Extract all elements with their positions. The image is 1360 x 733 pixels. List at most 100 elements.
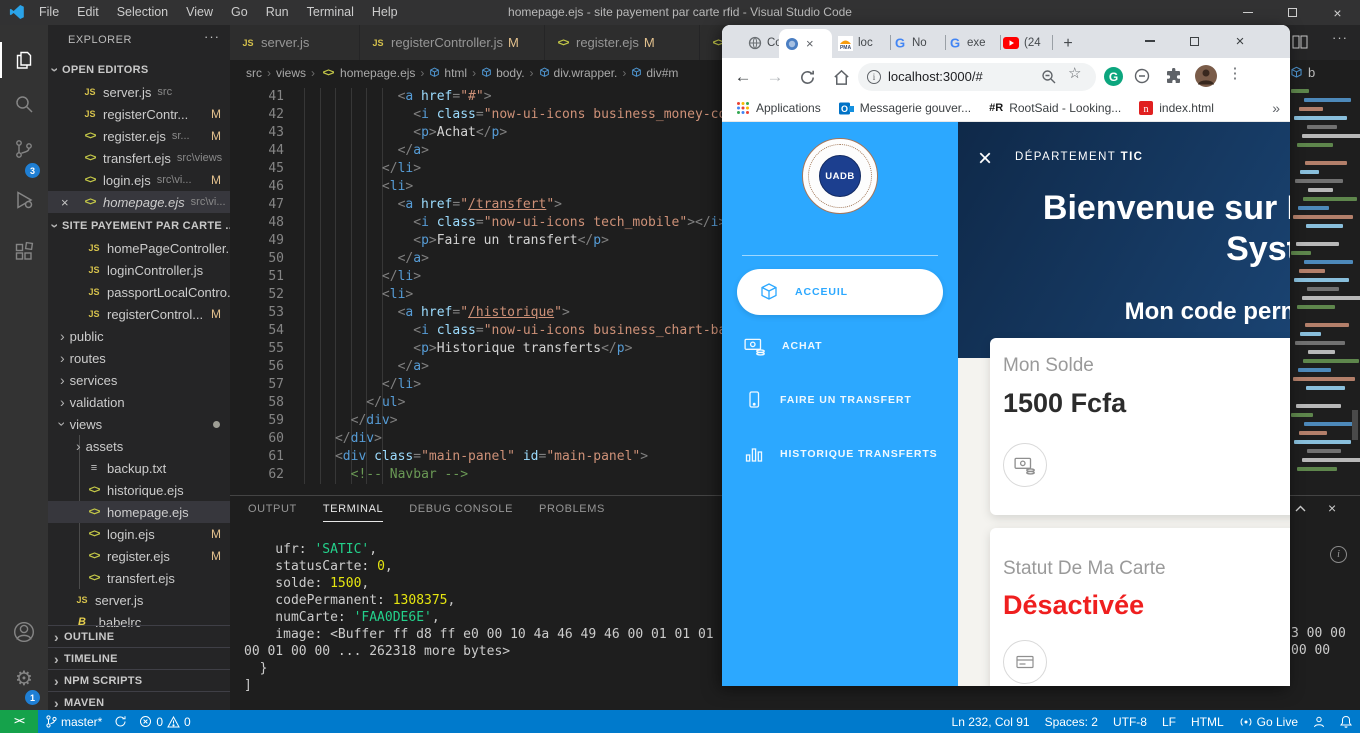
minimize-button[interactable]	[1225, 0, 1270, 25]
close-editor-icon[interactable]: ×	[61, 195, 69, 210]
site-info-icon[interactable]: i	[867, 70, 881, 84]
file-register-ejs[interactable]: <> register.ejs M	[48, 545, 230, 567]
sidebar-item-faire-un-transfert[interactable]: FAIRE UN TRANSFERT	[722, 378, 958, 422]
chrome-menu-icon[interactable]: ⋮	[1227, 64, 1243, 82]
url-text[interactable]: localhost:3000/#	[888, 63, 983, 91]
file-homepagecontroller[interactable]: JS homePageController...	[48, 237, 230, 259]
forward-button[interactable]: →	[762, 64, 788, 90]
open-editors-section[interactable]: › OPEN EDITORS	[48, 59, 230, 81]
menu-terminal[interactable]: Terminal	[298, 0, 363, 25]
menu-view[interactable]: View	[177, 0, 222, 25]
bookmark-messagerie-gouver[interactable]: O Messagerie gouver...	[838, 101, 971, 116]
browser-tab-loc[interactable]: PMA loc	[832, 31, 887, 55]
extensions-icon[interactable]	[0, 234, 48, 270]
run-debug-icon[interactable]	[0, 182, 48, 218]
open-editor-homepage-ejs[interactable]: × <> homepage.ejs src\vi...	[48, 191, 230, 213]
file-login-ejs[interactable]: <> login.ejs M	[48, 523, 230, 545]
panel-tab-debug-console[interactable]: DEBUG CONSOLE	[409, 496, 513, 522]
zoom-out-icon[interactable]	[1041, 69, 1057, 85]
panel-tab-problems[interactable]: PROBLEMS	[539, 496, 605, 522]
file-backup-txt[interactable]: ≡ backup.txt	[48, 457, 230, 479]
bookmark-index-html[interactable]: n index.html	[1139, 101, 1214, 115]
folder-assets[interactable]: › assets	[48, 435, 230, 457]
open-editor-transfert-ejs[interactable]: <> transfert.ejs src\views	[48, 147, 230, 169]
folder-validation[interactable]: › validation	[48, 391, 230, 413]
menu-help[interactable]: Help	[363, 0, 407, 25]
file-registercontrol[interactable]: JS registerControl... M	[48, 303, 230, 325]
browser-tab-no[interactable]: G No	[887, 31, 942, 55]
file-passportlocalcontro[interactable]: JS passportLocalContro...	[48, 281, 230, 303]
feedback-icon[interactable]	[1313, 716, 1325, 728]
breadcrumb-body[interactable]: body.	[481, 66, 525, 80]
maximize-button[interactable]	[1270, 0, 1315, 25]
more-actions-icon[interactable]: ···	[1332, 30, 1348, 45]
project-section[interactable]: › SITE PAYEMENT PAR CARTE ...	[48, 215, 230, 237]
reload-button[interactable]	[794, 64, 820, 90]
notifications-bell-icon[interactable]	[1340, 715, 1352, 728]
tab-register-ejs[interactable]: <> register.ejs M	[545, 25, 700, 60]
profile-avatar[interactable]	[1195, 65, 1217, 87]
remote-indicator[interactable]: ><	[0, 710, 38, 733]
file-homepage-ejs[interactable]: <> homepage.ejs	[48, 501, 230, 523]
breadcrumb-html[interactable]: html	[429, 66, 467, 80]
menu-run[interactable]: Run	[257, 0, 298, 25]
settings-gear-icon[interactable]: ⚙	[0, 660, 48, 696]
chrome-minimize-button[interactable]	[1130, 25, 1170, 57]
scrollbar-thumb[interactable]	[1352, 410, 1358, 440]
bookmarks-overflow-icon[interactable]: »	[1272, 100, 1280, 116]
breadcrumb-div-m[interactable]: div#m	[631, 66, 678, 80]
bookmark-rootsaid-looking[interactable]: #R RootSaid - Looking...	[989, 101, 1121, 115]
breadcrumb-homepage-ejs[interactable]: <> homepage.ejs	[320, 66, 416, 80]
menu-edit[interactable]: Edit	[68, 0, 108, 25]
encoding[interactable]: UTF-8	[1113, 715, 1147, 729]
accounts-icon[interactable]	[0, 614, 48, 650]
section-maven[interactable]: › MAVEN	[48, 691, 230, 710]
sidebar-item-acceuil[interactable]: ACCEUIL	[737, 269, 943, 315]
go-live-button[interactable]: Go Live	[1239, 715, 1298, 729]
open-editor-login-ejs[interactable]: <> login.ejs src\vi... M	[48, 169, 230, 191]
home-button[interactable]	[828, 64, 854, 90]
cursor-position[interactable]: Ln 232, Col 91	[952, 715, 1030, 729]
section-timeline[interactable]: › TIMELINE	[48, 647, 230, 669]
file-server-js[interactable]: JS server.js	[48, 589, 230, 611]
folder-routes[interactable]: › routes	[48, 347, 230, 369]
close-button[interactable]: ×	[1315, 0, 1360, 25]
back-button[interactable]: ←	[730, 64, 756, 90]
browser-tab-exe[interactable]: Gexe	[942, 31, 997, 55]
source-control-icon[interactable]	[0, 131, 48, 167]
browser-tab-24[interactable]: (24	[997, 31, 1052, 55]
breadcrumb-src[interactable]: src	[246, 66, 262, 80]
extensions-puzzle-icon[interactable]	[1165, 68, 1182, 85]
indentation[interactable]: Spaces: 2	[1045, 715, 1098, 729]
chrome-close-button[interactable]: ×	[1220, 25, 1260, 57]
menu-go[interactable]: Go	[222, 0, 257, 25]
panel-tab-terminal[interactable]: TERMINAL	[322, 496, 384, 522]
breadcrumb-div-wrapper[interactable]: div.wrapper.	[539, 66, 617, 80]
eol[interactable]: LF	[1162, 715, 1176, 729]
grammarly-extension-icon[interactable]: G	[1104, 67, 1123, 86]
panel-tab-output[interactable]: OUTPUT	[248, 496, 297, 522]
explorer-actions-icon[interactable]: ···	[204, 29, 220, 44]
sidebar-item-historique-transferts[interactable]: HISTORIQUE TRANSFERTS	[722, 432, 958, 476]
problems-item[interactable]: 0 0	[139, 715, 191, 729]
split-editor-icon[interactable]	[1292, 35, 1308, 49]
sidebar-item-achat[interactable]: ACHAT	[722, 324, 958, 368]
open-editor-registercontr[interactable]: JS registerContr... M	[48, 103, 230, 125]
new-tab-button[interactable]: +	[1056, 32, 1080, 56]
open-editor-server-js[interactable]: JS server.js src	[48, 81, 230, 103]
file-transfert-ejs[interactable]: <> transfert.ejs	[48, 567, 230, 589]
tab-registercontroller-js[interactable]: JS registerController.js M	[360, 25, 545, 60]
bookmark-star-icon[interactable]: ☆	[1068, 64, 1081, 82]
folder-services[interactable]: › services	[48, 369, 230, 391]
section-npm-scripts[interactable]: › NPM SCRIPTS	[48, 669, 230, 691]
panel-close-icon[interactable]: ×	[1328, 500, 1336, 516]
bookmark-applications[interactable]: Applications	[736, 101, 821, 115]
menu-file[interactable]: File	[30, 0, 68, 25]
folder-views[interactable]: › views	[48, 413, 230, 435]
language-mode[interactable]: HTML	[1191, 715, 1224, 729]
search-icon[interactable]	[0, 86, 48, 122]
sync-icon[interactable]	[114, 715, 127, 728]
file-logincontroller-js[interactable]: JS loginController.js	[48, 259, 230, 281]
tab-server-js[interactable]: JS server.js	[230, 25, 360, 60]
extension-icon[interactable]	[1134, 68, 1150, 84]
